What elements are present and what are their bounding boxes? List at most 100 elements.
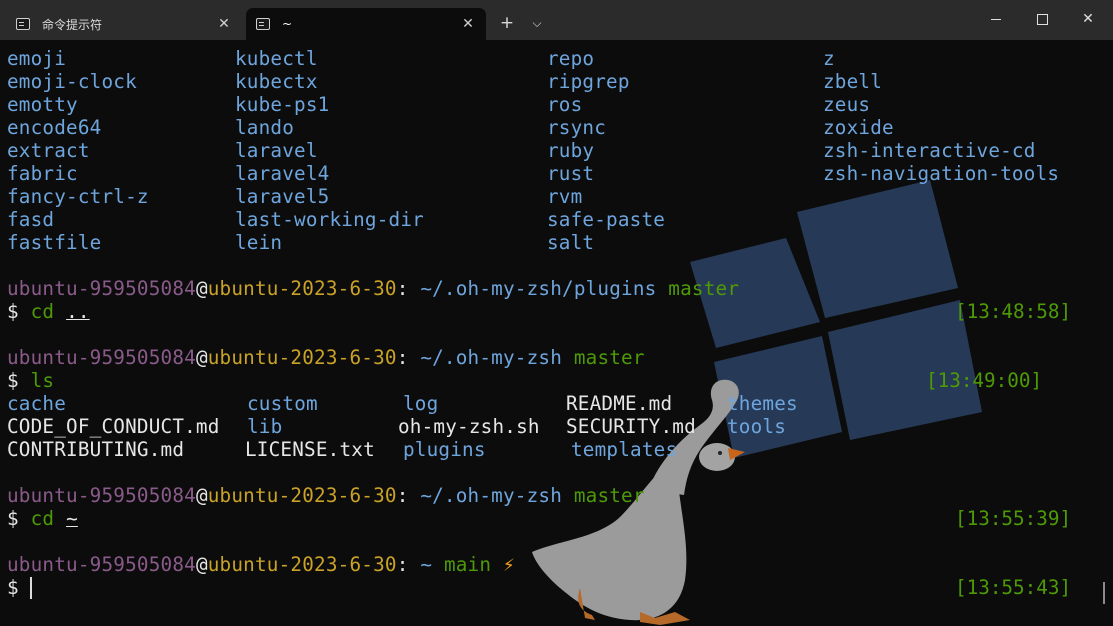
terminal-output[interactable]: emoji emoji-clock emotty encode64 extrac… [0, 40, 1113, 626]
minimize-icon [991, 18, 1001, 20]
plugin-name: extract [7, 139, 90, 162]
plugin-name: salt [547, 231, 595, 254]
plugin-row: zbell [823, 70, 882, 93]
plugin-row: lein [235, 231, 282, 254]
plugin-row: laravel4 [235, 162, 329, 185]
title-bar: 命令提示符 ✕ ~ ✕ + ⌵ ✕ [0, 0, 1113, 40]
plugin-name: zbell [823, 70, 883, 93]
prompt-line: ubuntu-959505084@ubuntu-2023-6-30: ~/.oh… [7, 277, 739, 300]
command-line: $ ls [7, 369, 54, 392]
prompt-colon: : [396, 484, 409, 507]
ls-entry: templates [571, 438, 677, 461]
minimize-button[interactable] [973, 0, 1019, 38]
plugin-row: laravel [235, 139, 318, 162]
maximize-button[interactable] [1019, 0, 1065, 38]
prompt-dollar: $ [7, 369, 19, 392]
terminal-window: 命令提示符 ✕ ~ ✕ + ⌵ ✕ emoji emoji-clock emot… [0, 0, 1113, 626]
tab-label: ~ [282, 17, 293, 31]
tab-command-prompt[interactable]: 命令提示符 ✕ [6, 8, 242, 40]
plugin-row: emoji-clock [7, 70, 137, 93]
plugin-name: laravel4 [235, 162, 330, 185]
scrollbar[interactable] [1103, 582, 1105, 604]
plugin-row: encode64 [7, 116, 101, 139]
dir-name: tools [727, 415, 787, 438]
plugin-name: emoji [7, 47, 67, 70]
prompt-user: ubuntu-959505084 [7, 346, 196, 369]
ls-entry: oh-my-zsh.sh [398, 415, 540, 438]
plugin-name: safe-paste [547, 208, 666, 231]
plugin-row: last-working-dir [235, 208, 424, 231]
plugin-name: kubectl [235, 47, 318, 70]
command-line: $ cd .. [7, 300, 90, 323]
command-name: cd [30, 507, 55, 530]
plugin-row: fastfile [7, 231, 101, 254]
maximize-icon [1036, 13, 1048, 25]
plugin-name: laravel5 [235, 185, 330, 208]
file-name: oh-my-zsh.sh [398, 415, 540, 438]
dir-name: themes [727, 392, 798, 415]
plugin-row: zsh-navigation-tools [823, 162, 1059, 185]
plugin-name: fabric [7, 162, 78, 185]
command-name: cd [30, 300, 55, 323]
file-name: LICENSE.txt [245, 438, 375, 461]
plugin-row: ruby [547, 139, 594, 162]
timestamp: [13:55:39] [955, 507, 1072, 530]
prompt-at: @ [195, 484, 208, 507]
prompt-line: ubuntu-959505084@ubuntu-2023-6-30: ~/.oh… [7, 484, 645, 507]
prompt-at: @ [195, 277, 208, 300]
dir-name: lib [247, 415, 283, 438]
plugin-row: z [823, 47, 835, 70]
plugin-row: fabric [7, 162, 78, 185]
plugin-name: rvm [547, 185, 583, 208]
prompt-line: ubuntu-959505084@ubuntu-2023-6-30: ~/.oh… [7, 346, 645, 369]
plugin-row: emotty [7, 93, 78, 116]
tab-home[interactable]: ~ ✕ [246, 8, 486, 40]
plugin-name: kube-ps1 [235, 93, 330, 116]
dir-name: custom [247, 392, 318, 415]
command-line[interactable]: $ [7, 576, 19, 599]
prompt-user: ubuntu-959505084 [7, 484, 196, 507]
plugin-row: zsh-interactive-cd [823, 139, 1036, 162]
prompt-colon: : [396, 553, 409, 576]
plugin-name: ruby [547, 139, 595, 162]
timestamp: [13:55:43] [955, 576, 1072, 599]
dir-name: log [403, 392, 439, 415]
plugin-row: fancy-ctrl-z [7, 185, 149, 208]
ls-entry: LICENSE.txt [245, 438, 375, 461]
plugin-name: laravel [235, 139, 318, 162]
ls-entry: log [403, 392, 438, 415]
file-name: SECURITY.md [566, 415, 696, 438]
plugin-name: fastfile [7, 231, 102, 254]
ls-entry: plugins [403, 438, 486, 461]
ls-entry: CONTRIBUTING.md [7, 438, 184, 461]
new-tab-button[interactable]: + [493, 10, 521, 36]
plugin-name: lein [235, 231, 283, 254]
ls-entry: README.md [566, 392, 672, 415]
command-arg: ~ [66, 507, 78, 530]
prompt-at: @ [195, 346, 208, 369]
prompt-dollar: $ [7, 576, 19, 599]
plugin-row: rust [547, 162, 594, 185]
plugin-name: kubectx [235, 70, 318, 93]
cmd-icon [256, 18, 270, 30]
plugin-row: safe-paste [547, 208, 665, 231]
close-tab-icon[interactable]: ✕ [216, 16, 232, 32]
plugin-row: ros [547, 93, 582, 116]
prompt-host: ubuntu-2023-6-30 [207, 346, 397, 369]
prompt-host: ubuntu-2023-6-30 [207, 484, 397, 507]
tab-label: 命令提示符 [42, 17, 103, 32]
plugin-row: kube-ps1 [235, 93, 329, 116]
close-window-button[interactable]: ✕ [1065, 0, 1111, 38]
prompt-dollar: $ [7, 507, 19, 530]
chevron-down-icon[interactable]: ⌵ [523, 10, 551, 36]
plugin-row: laravel5 [235, 185, 329, 208]
plugin-row: rsync [547, 116, 606, 139]
plugin-row: kubectx [235, 70, 318, 93]
close-tab-icon[interactable]: ✕ [460, 16, 476, 32]
plugin-name: fasd [7, 208, 55, 231]
file-name: CODE_OF_CONDUCT.md [7, 415, 220, 438]
command-arg: .. [66, 300, 90, 323]
plugin-name: emoji-clock [7, 70, 137, 93]
git-branch: main [443, 553, 492, 576]
plugin-name: zsh-interactive-cd [823, 139, 1036, 162]
